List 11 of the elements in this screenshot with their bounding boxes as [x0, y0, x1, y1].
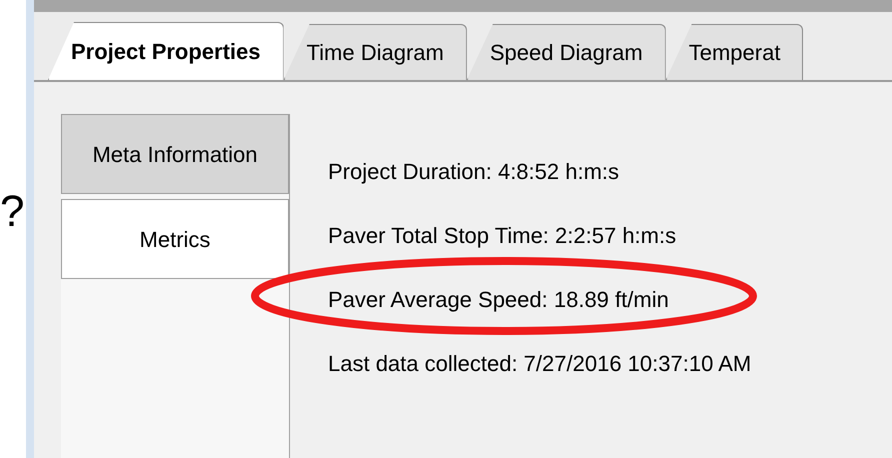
question-mark: ? — [0, 190, 24, 238]
side-tab[interactable]: Meta Information — [61, 114, 289, 194]
metric-text: Project Duration: 4:8:52 h:m:s — [328, 159, 620, 184]
tab[interactable]: Speed Diagram — [466, 24, 666, 80]
metric-text: Last data collected: 7/27/2016 10:37:10 AM — [328, 351, 752, 376]
metric-text: Paver Average Speed: 18.89 ft/min — [328, 287, 669, 312]
tab[interactable]: Temperat — [666, 24, 804, 80]
tab[interactable]: Time Diagram — [284, 24, 467, 80]
metric-text: Paver Total Stop Time: 2:2:57 h:m:s — [328, 223, 676, 248]
side-tab[interactable]: Metrics — [61, 199, 289, 279]
tab[interactable]: Project Properties — [48, 22, 284, 80]
